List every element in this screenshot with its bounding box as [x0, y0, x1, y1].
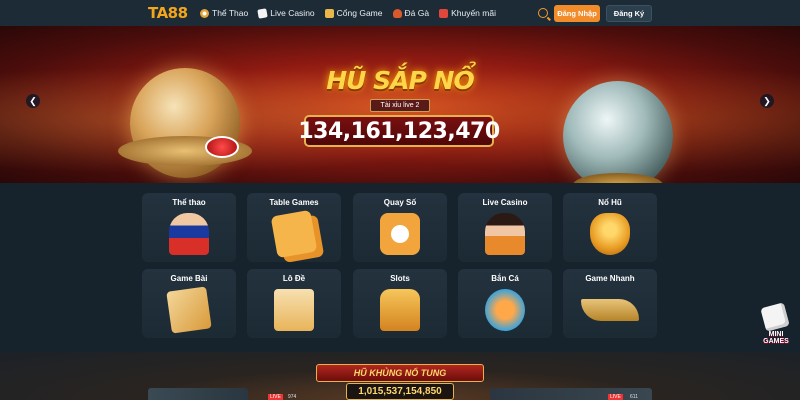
nav-label: Đá Gà [404, 8, 430, 18]
rooster-icon [392, 8, 402, 18]
category-label: Table Games [269, 198, 319, 207]
red-chip-image [205, 136, 239, 158]
viewer-count: 611 [630, 394, 638, 400]
category-card-slots[interactable]: Slots [353, 269, 447, 338]
category-label: Game Nhanh [585, 274, 635, 283]
live-game-thumbnail[interactable] [490, 388, 652, 400]
search-icon[interactable] [538, 8, 548, 18]
category-card-game-nhanh[interactable]: Game Nhanh [563, 269, 657, 338]
chevron-right-icon: ❯ [763, 95, 771, 106]
category-label: Thể thao [172, 198, 206, 207]
category-label: Lô Đề [282, 274, 306, 283]
nav-item-da-ga[interactable]: Đá Gà [392, 8, 430, 18]
site-logo[interactable]: TA88 [148, 4, 188, 22]
playing-card-icon [257, 7, 268, 19]
category-card-lo-de[interactable]: Lô Đề [247, 269, 341, 338]
football-player-image [169, 213, 209, 255]
jackpot-amount: 134,161,123,470 [298, 115, 500, 147]
soccer-ball-icon [200, 8, 209, 18]
category-card-game-bai[interactable]: Game Bài [142, 269, 236, 338]
live-badge: LIVE [268, 394, 283, 400]
login-button[interactable]: Đăng Nhập [554, 5, 600, 22]
lottery-ticket-icon [274, 289, 314, 331]
jackpot-section-title: HŨ KHỦNG NỔ TUNG [316, 364, 484, 382]
nav-label: Cổng Game [336, 8, 383, 18]
category-card-ban-ca[interactable]: Bắn Cá [458, 269, 552, 338]
nav-item-cong-game[interactable]: Cổng Game [324, 8, 383, 18]
jackpot-section-amount: 1,015,537,154,850 [346, 383, 454, 400]
category-label: Live Casino [482, 198, 528, 207]
category-card-table-games[interactable]: Table Games [247, 193, 341, 262]
slot-machine-icon [380, 289, 420, 331]
chevron-left-icon: ❮ [29, 95, 37, 106]
main-nav: Thể Thao Live Casino Cổng Game Đá Gà Khu… [200, 0, 496, 26]
dealer-image [485, 213, 525, 255]
playing-cards-icon [166, 286, 212, 334]
page: TA88 Thể Thao Live Casino Cổng Game Đá G… [0, 0, 800, 400]
top-header: TA88 Thể Thao Live Casino Cổng Game Đá G… [0, 0, 800, 26]
nav-item-the-thao[interactable]: Thể Thao [200, 8, 248, 18]
gift-icon [439, 8, 449, 18]
lottery-ball-icon [380, 213, 420, 255]
live-badge: LIVE [608, 394, 623, 400]
category-label: Game Bài [170, 274, 208, 283]
mini-games-button[interactable]: MINI GAMES [757, 302, 795, 345]
nav-label: Thể Thao [212, 8, 249, 18]
nav-label: Khuyến mãi [451, 8, 496, 18]
dice-icon [270, 209, 318, 259]
category-card-no-hu[interactable]: Nổ Hũ [563, 193, 657, 262]
category-label: Quay Số [383, 198, 417, 207]
category-card-live-casino[interactable]: Live Casino [458, 193, 552, 262]
fish-icon [485, 289, 525, 331]
category-label: Slots [390, 274, 410, 283]
banner-next-button[interactable]: ❯ [760, 94, 774, 108]
nav-item-khuyen-mai[interactable]: Khuyến mãi [439, 8, 496, 18]
dice-bowl-image [563, 81, 673, 183]
live-game-thumbnail[interactable] [148, 388, 248, 400]
gold-pot-icon [590, 213, 630, 255]
nav-item-live-casino[interactable]: Live Casino [257, 7, 315, 19]
category-label: Bắn Cá [491, 274, 519, 283]
nav-label: Live Casino [270, 8, 315, 18]
category-card-the-thao[interactable]: Thể thao [142, 193, 236, 262]
jackpot-game-label: Tài xỉu live 2 [370, 99, 430, 112]
jackpot-title: HŨ SẮP NỔ [326, 66, 474, 95]
golden-pot-image [118, 68, 252, 178]
banner-prev-button[interactable]: ❮ [26, 94, 40, 108]
dice-icon [760, 302, 790, 332]
airplane-icon [581, 299, 639, 321]
category-label: Nổ Hũ [598, 198, 622, 207]
treasure-chest-icon [324, 8, 334, 18]
mini-games-label: MINI GAMES [763, 331, 789, 345]
viewer-count: 974 [288, 394, 297, 400]
category-card-quay-so[interactable]: Quay Số [353, 193, 447, 262]
register-button[interactable]: Đăng Ký [606, 5, 652, 22]
